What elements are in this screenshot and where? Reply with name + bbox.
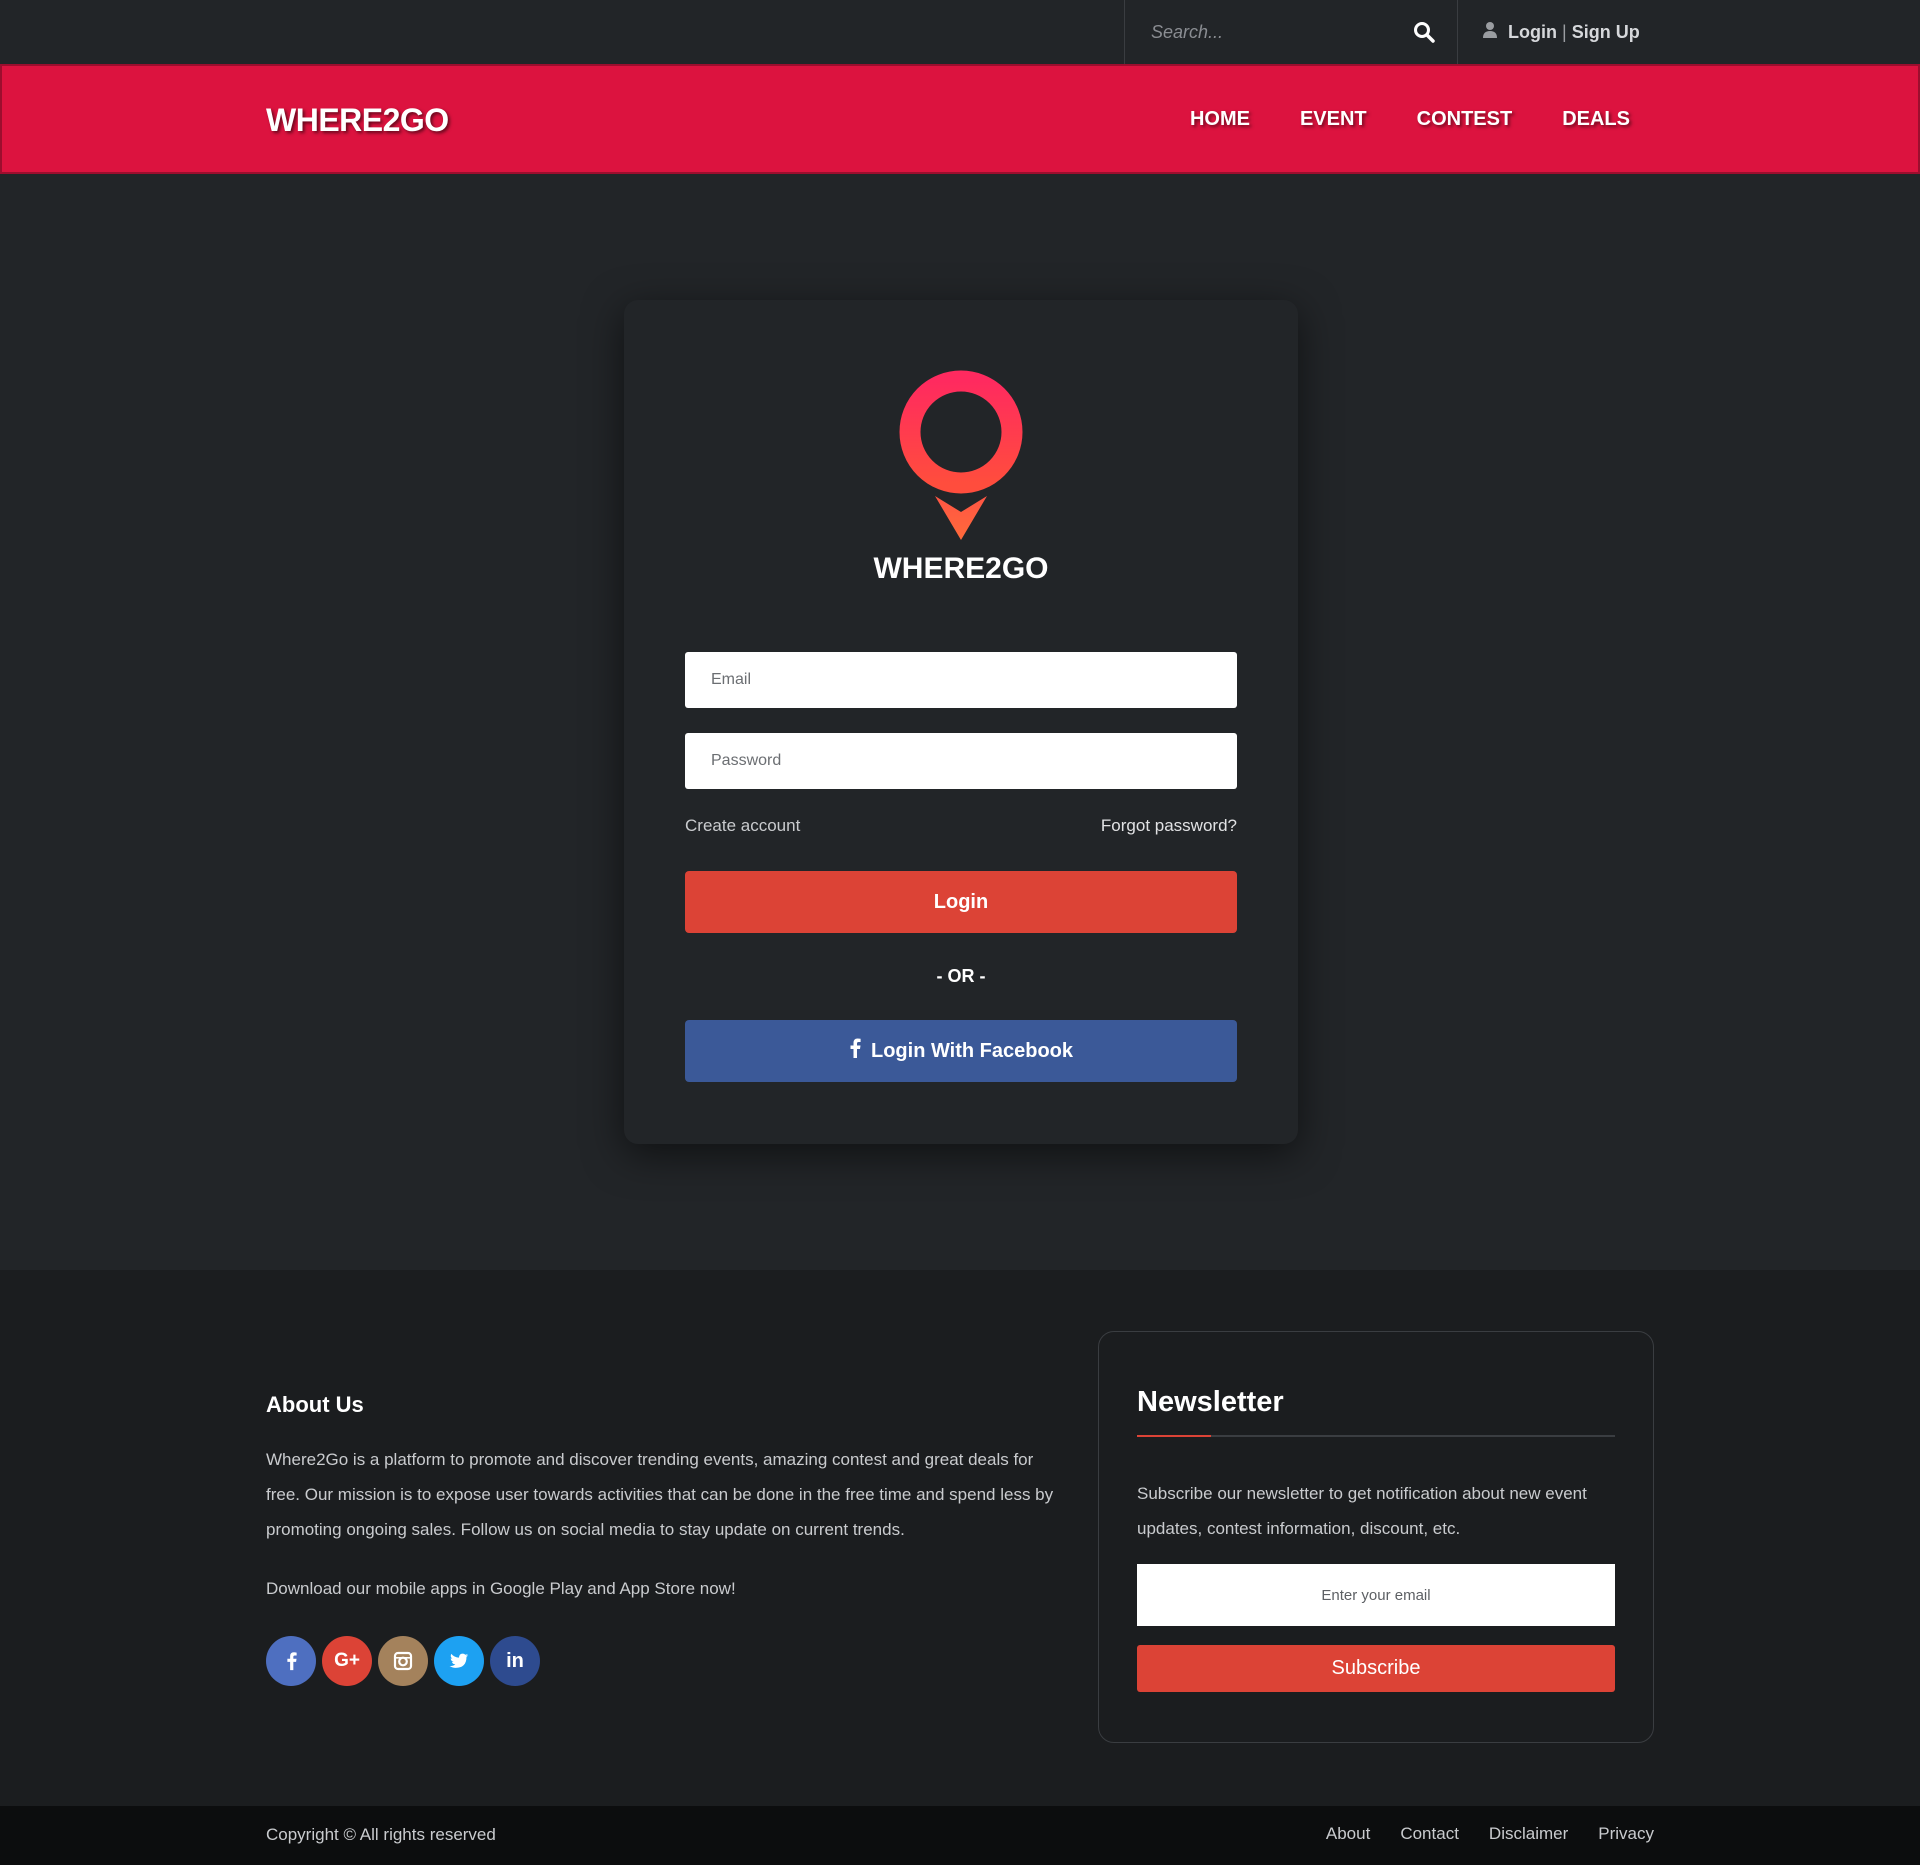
signup-link[interactable]: Sign Up	[1572, 22, 1640, 42]
main-navbar: WHERE2GO HOME EVENT CONTEST DEALS	[0, 64, 1920, 174]
footer-link-about[interactable]: About	[1326, 1824, 1370, 1844]
nav-item-home[interactable]: HOME	[1190, 108, 1250, 131]
email-field[interactable]	[685, 652, 1237, 708]
facebook-icon	[849, 1038, 861, 1064]
search-icon[interactable]	[1412, 20, 1436, 44]
brand-logo-text[interactable]: WHERE2GO	[266, 102, 449, 139]
login-button[interactable]: Login	[685, 871, 1237, 933]
newsletter-email-field[interactable]	[1137, 1564, 1615, 1626]
account-separator: |	[1562, 21, 1567, 42]
footer-links: About Contact Disclaimer Privacy	[1326, 1824, 1654, 1844]
facebook-icon[interactable]	[266, 1636, 316, 1686]
instagram-icon[interactable]	[378, 1636, 428, 1686]
account-links: Login | Sign Up	[1482, 20, 1640, 44]
download-apps-text: Download our mobile apps in Google Play …	[266, 1579, 736, 1598]
search-box	[1124, 0, 1458, 64]
map-pin-icon	[897, 370, 1025, 540]
top-bar: Login | Sign Up	[0, 0, 1920, 64]
account-help-links: Create account Forgot password?	[685, 816, 1237, 836]
newsletter-title: Newsletter	[1137, 1386, 1284, 1418]
nav-item-event[interactable]: EVENT	[1300, 108, 1367, 131]
create-account-link[interactable]: Create account	[685, 816, 800, 836]
footer-link-privacy[interactable]: Privacy	[1598, 1824, 1654, 1844]
facebook-button-label: Login With Facebook	[870, 1039, 1074, 1062]
copyright-text: Copyright © All rights reserved	[266, 1825, 496, 1844]
bottom-bar: Copyright © All rights reserved About Co…	[0, 1806, 1920, 1865]
google-plus-icon[interactable]: G+	[322, 1636, 372, 1686]
linkedin-icon[interactable]: in	[490, 1636, 540, 1686]
about-section: About Us Where2Go is a platform to promo…	[266, 1392, 1066, 1606]
newsletter-divider	[1137, 1435, 1615, 1437]
twitter-icon[interactable]	[434, 1636, 484, 1686]
forgot-password-link[interactable]: Forgot password?	[1101, 816, 1237, 836]
password-field[interactable]	[685, 733, 1237, 789]
user-icon	[1482, 21, 1498, 44]
facebook-login-button[interactable]: Login With Facebook	[685, 1020, 1237, 1082]
main-nav: HOME EVENT CONTEST DEALS	[1190, 108, 1630, 131]
nav-item-contest[interactable]: CONTEST	[1417, 108, 1513, 131]
footer: About Us Where2Go is a platform to promo…	[0, 1270, 1920, 1806]
social-links: G+ in	[266, 1636, 540, 1686]
footer-link-disclaimer[interactable]: Disclaimer	[1489, 1824, 1568, 1844]
newsletter-box: Newsletter Subscribe our newsletter to g…	[1098, 1331, 1654, 1743]
nav-item-deals[interactable]: DEALS	[1562, 108, 1630, 131]
or-divider: - OR -	[936, 966, 986, 986]
footer-link-contact[interactable]: Contact	[1400, 1824, 1459, 1844]
about-text: Where2Go is a platform to promote and di…	[266, 1450, 1054, 1539]
search-input[interactable]	[1151, 18, 1391, 46]
login-card: WHERE2GO Create account Forgot password?…	[624, 300, 1298, 1144]
newsletter-text: Subscribe our newsletter to get notifica…	[1137, 1484, 1587, 1538]
card-brand-text: WHERE2GO	[873, 552, 1049, 585]
login-link[interactable]: Login	[1508, 22, 1557, 42]
subscribe-button[interactable]: Subscribe	[1137, 1645, 1615, 1692]
about-title: About Us	[266, 1392, 364, 1417]
